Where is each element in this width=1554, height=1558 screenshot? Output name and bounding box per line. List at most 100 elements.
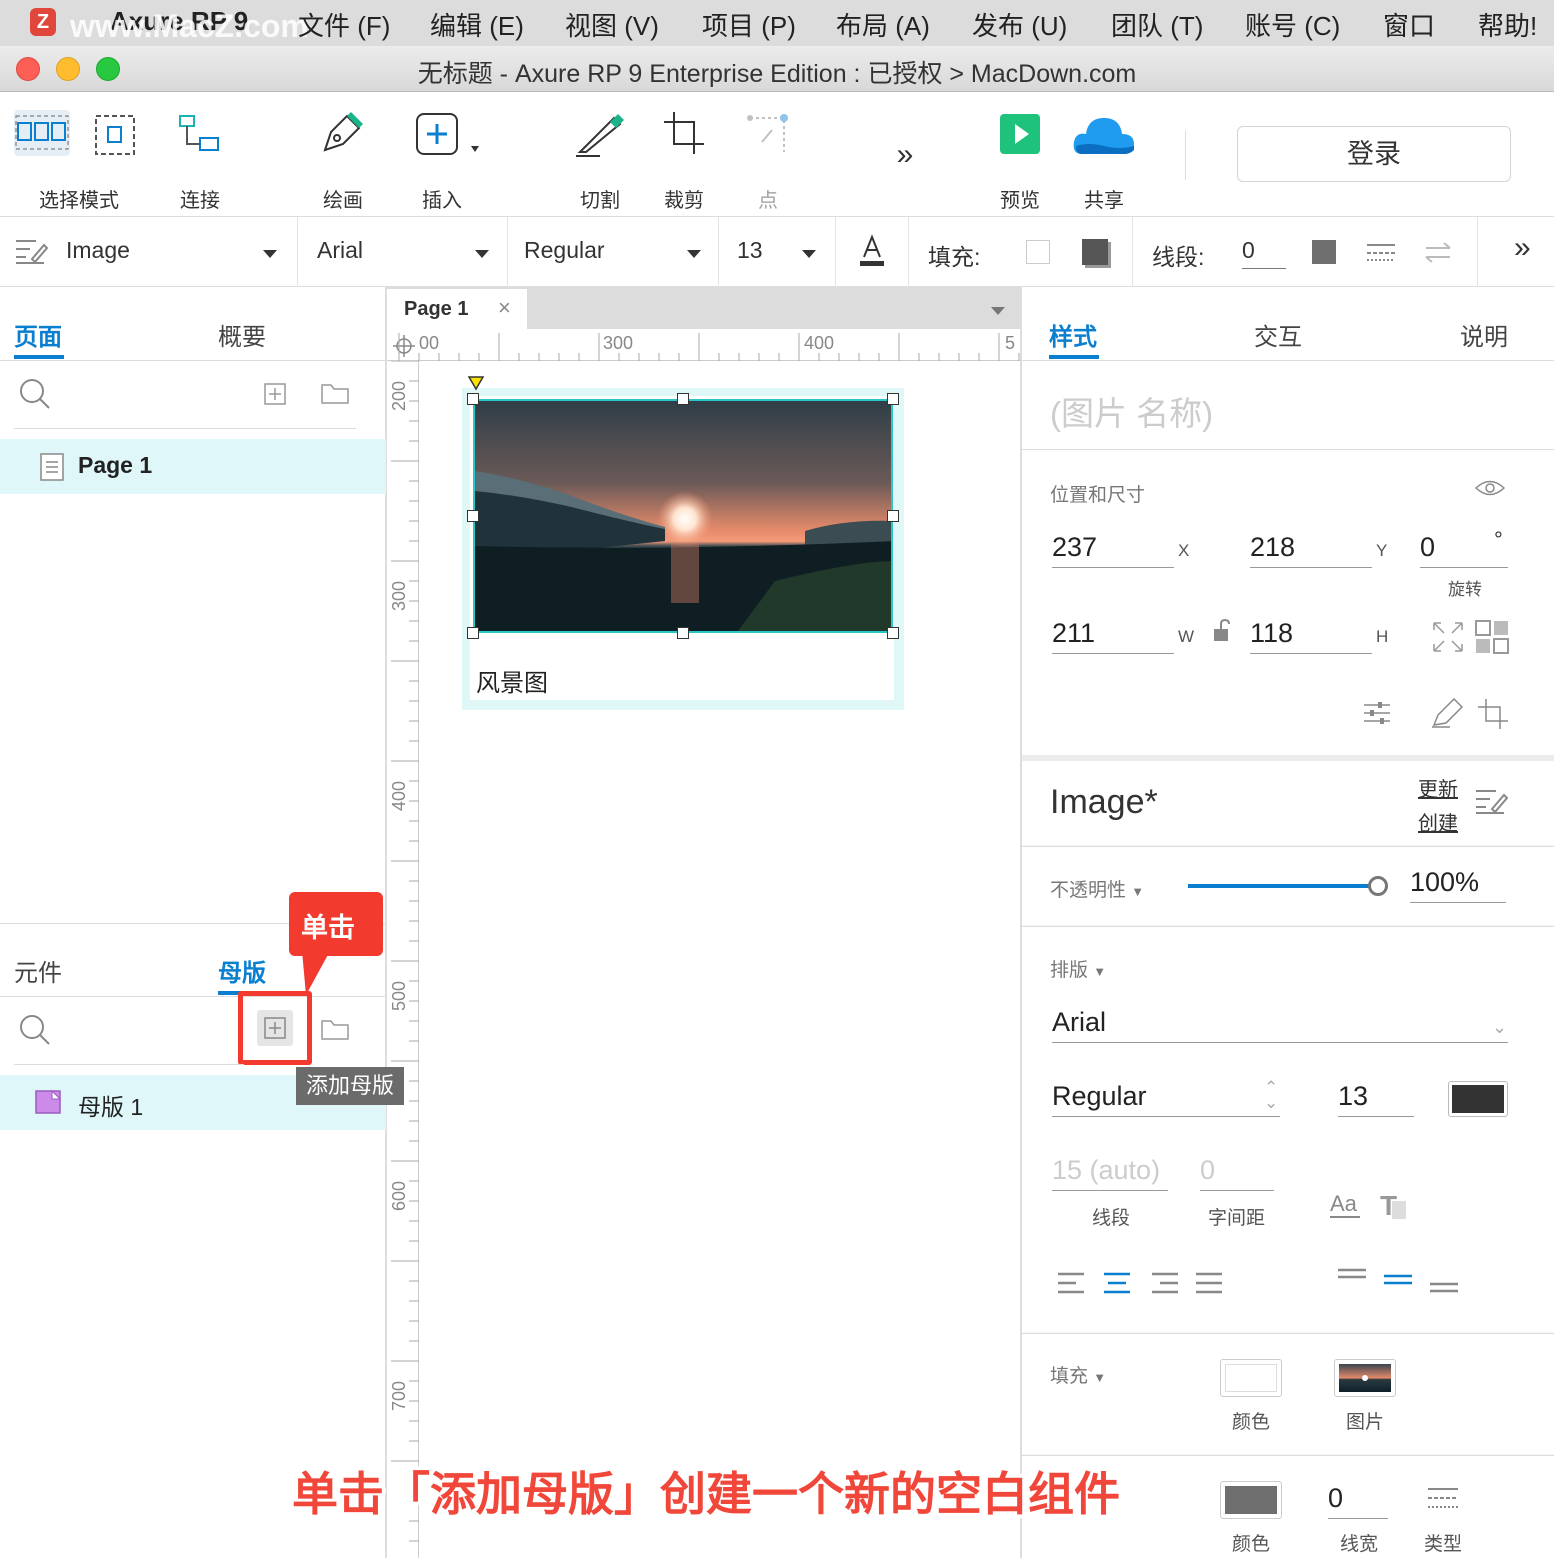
fill-color-swatch[interactable] bbox=[1220, 1359, 1282, 1397]
menu-project[interactable]: 项目 (P) bbox=[702, 6, 796, 43]
font-family-select[interactable]: Arial bbox=[1052, 1007, 1508, 1043]
unlock-icon[interactable] bbox=[1212, 619, 1234, 643]
y-input[interactable]: 218 bbox=[1250, 532, 1372, 568]
font-size-select[interactable]: 13 bbox=[737, 237, 822, 267]
resize-handle[interactable] bbox=[887, 510, 899, 522]
tab-libraries[interactable]: 元件 bbox=[14, 953, 62, 988]
text-case-icon[interactable]: Aa bbox=[1328, 1191, 1362, 1221]
resize-handle[interactable] bbox=[467, 393, 479, 405]
style-edit-icon[interactable] bbox=[1474, 787, 1508, 817]
menu-file[interactable]: 文件 (F) bbox=[298, 6, 390, 43]
fill-image-swatch[interactable] bbox=[1334, 1359, 1396, 1397]
login-button[interactable]: 登录 bbox=[1237, 126, 1511, 182]
canvas-tab-page1[interactable]: Page 1 × bbox=[387, 289, 527, 329]
landscape-image[interactable] bbox=[473, 399, 893, 633]
tabs-dropdown-icon[interactable] bbox=[991, 307, 1005, 315]
x-input[interactable]: 237 bbox=[1052, 532, 1174, 568]
menu-publish[interactable]: 发布 (U) bbox=[972, 6, 1067, 43]
select-mode-button[interactable]: 选择模式 bbox=[10, 102, 145, 212]
resize-handle[interactable] bbox=[887, 627, 899, 639]
resize-handle[interactable] bbox=[467, 627, 479, 639]
tab-pages[interactable]: 页面 bbox=[14, 317, 62, 352]
select-contain-icon[interactable] bbox=[94, 114, 136, 156]
edit-pen-icon[interactable] bbox=[1430, 697, 1464, 729]
point-button[interactable]: 点 bbox=[738, 102, 798, 212]
menu-window[interactable]: 窗口 bbox=[1383, 6, 1435, 43]
arrow-style-icon[interactable] bbox=[1422, 241, 1454, 263]
opacity-slider-knob[interactable] bbox=[1368, 876, 1388, 896]
apple-icon[interactable]: Z bbox=[30, 8, 56, 36]
text-shadow-icon[interactable]: T bbox=[1378, 1191, 1410, 1223]
design-canvas[interactable]: Page 1 × 00 300 400 5 200 300 400 500 60… bbox=[387, 287, 1020, 1558]
width-input[interactable]: 211 bbox=[1052, 618, 1174, 654]
crop-icon[interactable] bbox=[1476, 697, 1510, 729]
tab-outline[interactable]: 概要 bbox=[218, 317, 266, 352]
border-type-icon[interactable] bbox=[1426, 1485, 1460, 1513]
tab-masters[interactable]: 母版 bbox=[218, 953, 266, 988]
search-icon[interactable] bbox=[18, 1013, 52, 1047]
font-size-input[interactable]: 13 bbox=[1338, 1081, 1414, 1117]
slice-button[interactable]: 切割 bbox=[570, 102, 630, 212]
opacity-label[interactable]: 不透明性 ▼ bbox=[1050, 875, 1144, 902]
font-weight-select[interactable]: Regular bbox=[524, 237, 704, 267]
more-tools-button[interactable]: » bbox=[885, 138, 925, 178]
align-right-icon[interactable] bbox=[1150, 1271, 1180, 1295]
menu-edit[interactable]: 编辑 (E) bbox=[430, 6, 524, 43]
fill-color-swatch[interactable] bbox=[1026, 240, 1050, 264]
resize-handle[interactable] bbox=[677, 393, 689, 405]
border-width-input[interactable]: 0 bbox=[1328, 1483, 1388, 1519]
stroke-width-input[interactable]: 0 bbox=[1242, 237, 1286, 269]
typography-label[interactable]: 排版 ▼ bbox=[1050, 955, 1106, 982]
widget-style-select[interactable]: Image bbox=[66, 237, 281, 267]
font-weight-select[interactable]: Regular bbox=[1052, 1081, 1280, 1117]
add-master-button[interactable] bbox=[238, 991, 312, 1065]
menu-team[interactable]: 团队 (T) bbox=[1111, 6, 1203, 43]
resize-handle[interactable] bbox=[467, 510, 479, 522]
grid-icon[interactable] bbox=[1474, 619, 1510, 655]
eye-icon[interactable] bbox=[1474, 477, 1506, 499]
tab-interaction[interactable]: 交互 bbox=[1254, 317, 1302, 352]
adjust-icon[interactable] bbox=[1362, 699, 1392, 727]
line-height-input[interactable]: 15 (auto) bbox=[1052, 1155, 1168, 1191]
stroke-pattern-icon[interactable] bbox=[1365, 241, 1397, 263]
height-input[interactable]: 118 bbox=[1250, 618, 1372, 654]
align-center-icon[interactable] bbox=[1102, 1271, 1132, 1295]
search-icon[interactable] bbox=[18, 377, 52, 411]
opacity-input[interactable]: 100% bbox=[1410, 867, 1506, 903]
text-color-button[interactable] bbox=[858, 233, 886, 269]
menu-account[interactable]: 账号 (C) bbox=[1245, 6, 1340, 43]
more-format-button[interactable]: » bbox=[1514, 231, 1531, 265]
close-tab-icon[interactable]: × bbox=[498, 295, 511, 321]
resize-handle[interactable] bbox=[677, 627, 689, 639]
letter-spacing-input[interactable]: 0 bbox=[1200, 1155, 1274, 1191]
style-update-link[interactable]: 更新 bbox=[1418, 773, 1458, 802]
font-family-select[interactable]: Arial bbox=[317, 237, 492, 267]
connect-button[interactable]: 连接 bbox=[170, 102, 230, 212]
menu-layout[interactable]: 布局 (A) bbox=[836, 6, 930, 43]
share-button[interactable]: 共享 bbox=[1068, 102, 1140, 212]
shadow-swatch[interactable] bbox=[1082, 239, 1108, 265]
crop-button[interactable]: 裁剪 bbox=[654, 102, 714, 212]
tab-notes[interactable]: 说明 bbox=[1460, 317, 1508, 352]
draw-button[interactable]: 绘画 bbox=[313, 102, 373, 212]
add-folder-icon[interactable] bbox=[320, 1017, 350, 1041]
border-color-swatch[interactable] bbox=[1220, 1481, 1282, 1519]
font-color-swatch[interactable] bbox=[1448, 1081, 1508, 1117]
menu-help[interactable]: 帮助! bbox=[1478, 6, 1537, 43]
opacity-slider-track[interactable] bbox=[1188, 884, 1378, 888]
resize-handle[interactable] bbox=[887, 393, 899, 405]
add-page-icon[interactable] bbox=[264, 383, 286, 405]
preview-button[interactable]: 预览 bbox=[990, 102, 1050, 212]
widget-name-input[interactable]: (图片 名称) bbox=[1050, 387, 1213, 435]
valign-middle-icon[interactable] bbox=[1382, 1273, 1414, 1289]
image-caption[interactable]: 风景图 bbox=[476, 663, 548, 698]
select-intersect-icon[interactable] bbox=[14, 110, 70, 156]
page-list-item[interactable]: Page 1 bbox=[0, 439, 386, 494]
valign-top-icon[interactable] bbox=[1336, 1267, 1368, 1283]
stepper-icon[interactable]: ⌃ ⌄ bbox=[1264, 1079, 1278, 1111]
tab-style[interactable]: 样式 bbox=[1049, 317, 1097, 352]
align-justify-icon[interactable] bbox=[1194, 1271, 1224, 1295]
add-folder-icon[interactable] bbox=[320, 381, 350, 405]
fit-to-content-icon[interactable] bbox=[1430, 619, 1466, 655]
valign-bottom-icon[interactable] bbox=[1428, 1281, 1460, 1297]
